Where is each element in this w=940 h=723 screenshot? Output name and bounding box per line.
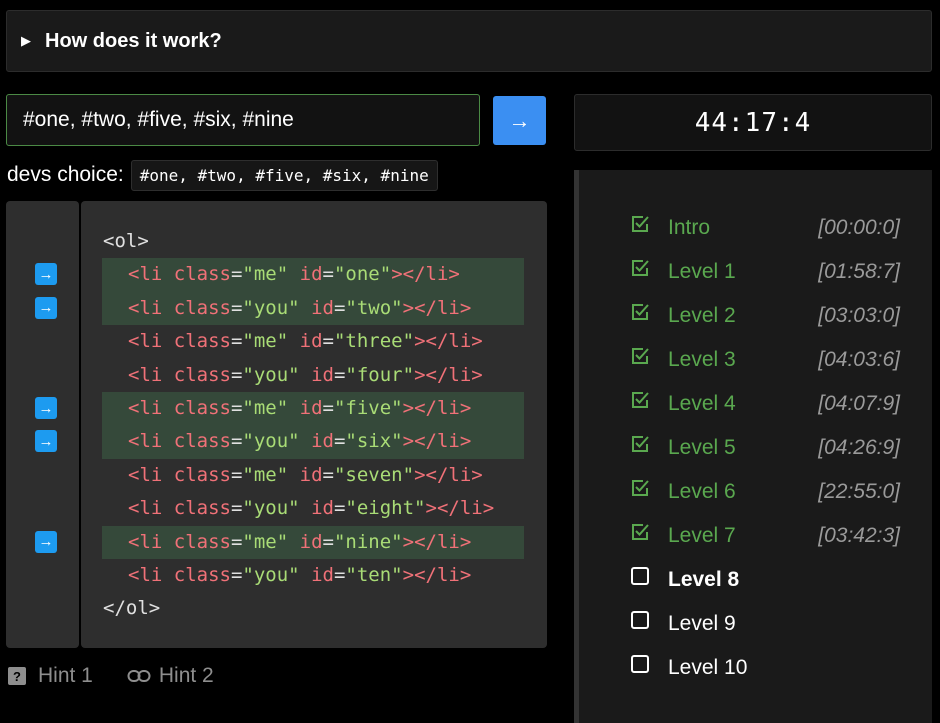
level-item[interactable]: Level 2 [03:03:0] [630,294,900,338]
level-name: Level 4 [668,392,736,415]
level-time: [04:07:9] [818,392,900,415]
code-line-li: <li class="me" id="one"></li> [102,258,524,292]
checkbox-checked-icon [632,480,649,496]
timer-display: 44:17:4 [574,94,932,151]
level-name: Level 8 [668,568,740,591]
hints-bar: ? Hint 1 Hint 2 [8,664,248,688]
link-icon [127,670,151,682]
question-icon: ? [8,667,26,685]
level-time: [00:00:0] [818,216,900,239]
level-time: [22:55:0] [818,480,900,503]
level-item[interactable]: Level 3 [04:03:6] [630,338,900,382]
code-line-li: <li class="me" id="five"></li> [102,391,524,426]
checkbox-checked-icon [632,260,649,276]
devs-choice-code: #one, #two, #five, #six, #nine [130,159,438,191]
match-arrow-icon: → [35,296,57,319]
submit-button[interactable]: → [493,96,546,145]
level-item[interactable]: Level 10 [630,646,900,690]
checkbox-icon [631,567,649,585]
level-name: Level 10 [668,656,748,679]
hint-label: Hint 2 [158,664,214,687]
details-title: How does it work? [45,29,222,52]
devs-choice: devs choice: #one, #two, #five, #six, #n… [7,158,438,192]
code-line-ol-open: <ol> [103,230,149,252]
level-name: Level 3 [668,348,736,371]
how-it-works-details[interactable]: ▶ How does it work? [6,10,932,72]
level-time: [04:26:9] [818,436,900,459]
level-item[interactable]: Intro [00:00:0] [630,206,900,250]
disclosure-triangle-icon: ▶ [21,33,31,48]
hint-1-button[interactable]: ? Hint 1 [8,664,93,688]
checkbox-checked-icon [632,392,649,408]
code-line-li: <li class="me" id="three"></li> [128,330,483,353]
level-time: [01:58:7] [818,260,900,283]
level-item[interactable]: Level 8 [630,558,900,602]
match-arrow-icon: → [35,430,57,453]
level-item[interactable]: Level 1 [01:58:7] [630,250,900,294]
checkbox-icon [631,655,649,673]
match-arrow-icon: → [35,530,57,553]
html-code: <ol> <li class="me" id="one"></li> <li cla… [102,225,524,626]
checkbox-checked-icon [632,348,649,364]
code-line-li: <li class="you" id="ten"></li> [128,563,472,586]
level-item[interactable]: Level 5 [04:26:9] [630,426,900,470]
level-item[interactable]: Level 7 [03:42:3] [630,514,900,558]
level-name: Level 9 [668,612,736,635]
checkbox-checked-icon [632,436,649,452]
devs-choice-label: devs choice: [7,163,124,186]
checkbox-icon [631,611,649,629]
code-line-li: <li class="you" id="four"></li> [128,363,483,386]
level-time: [03:42:3] [818,524,900,547]
level-name: Level 6 [668,480,736,503]
code-line-li: <li class="you" id="eight"></li> [128,497,495,520]
level-name: Level 5 [668,436,736,459]
match-arrow-icon: → [35,263,57,286]
selector-input[interactable] [6,94,480,146]
hint-label: Hint 1 [38,664,93,687]
checkbox-checked-icon [632,304,649,320]
level-name: Level 2 [668,304,736,327]
level-time: [03:03:0] [818,304,900,327]
level-time: [04:03:6] [818,348,900,371]
code-line-ol-close: </ol> [103,597,161,620]
code-line-li: <li class="me" id="seven"></li> [128,463,483,486]
checkbox-checked-icon [632,524,649,540]
level-item[interactable]: Level 4 [04:07:9] [630,382,900,426]
checkbox-checked-icon [632,216,649,232]
arrow-right-icon: → [508,107,531,133]
hint-2-button[interactable]: Hint 2 [127,664,214,688]
code-line-li: <li class="you" id="six"></li> [102,425,524,459]
match-arrow-icon: → [35,397,57,419]
code-line-li: <li class="me" id="nine"></li> [102,525,524,559]
level-item[interactable]: Level 9 [630,602,900,646]
level-name: Level 1 [668,260,736,283]
code-line-li: <li class="you" id="two"></li> [102,291,524,326]
level-name: Intro [668,216,711,239]
level-item[interactable]: Level 6 [22:55:0] [630,470,900,514]
level-name: Level 7 [668,524,736,547]
